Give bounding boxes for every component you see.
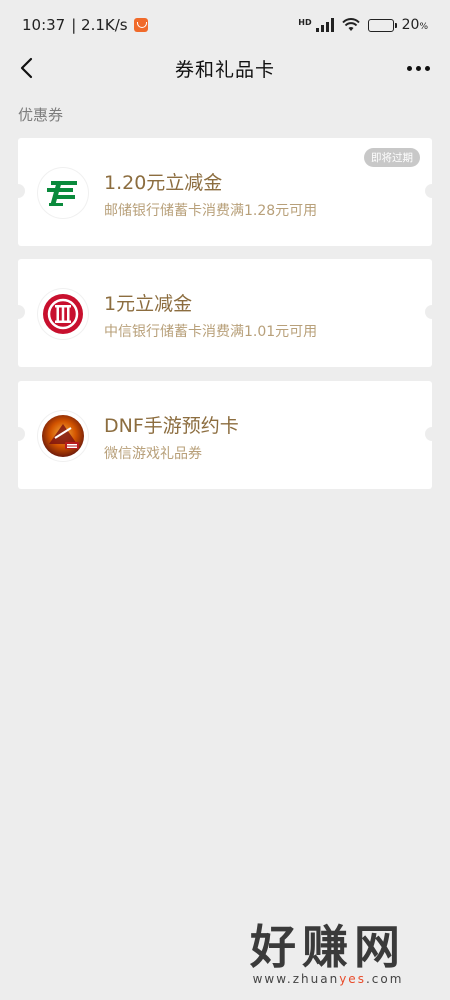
coupon-title: DNF手游预约卡	[104, 415, 239, 437]
section-label-coupons: 优惠券	[18, 106, 64, 124]
postal-savings-bank-logo-icon	[38, 168, 88, 218]
status-bar: 10:37 | 2.1K/s HD 20%	[0, 0, 450, 50]
coupon-card-postal-savings[interactable]: 1.20元立减金 邮储银行储蓄卡消费满1.28元可用 即将过期	[11, 138, 439, 246]
status-time: 10:37	[22, 16, 66, 34]
site-watermark: 好赚网 www.zhuanyes.com	[228, 922, 428, 986]
expiring-soon-badge: 即将过期	[364, 148, 420, 167]
coupon-card-citic[interactable]: 1元立减金 中信银行储蓄卡消费满1.01元可用	[11, 259, 439, 367]
coupon-title: 1元立减金	[104, 293, 193, 315]
network-speed: | 2.1K/s	[71, 16, 128, 34]
battery-icon	[367, 18, 397, 32]
more-options-button[interactable]	[402, 54, 434, 82]
back-button[interactable]	[12, 54, 40, 82]
coupon-subtitle: 中信银行储蓄卡消费满1.01元可用	[104, 324, 318, 340]
notification-app-icon	[133, 18, 148, 32]
coupon-subtitle: 邮储银行储蓄卡消费满1.28元可用	[104, 203, 318, 219]
nav-bar: 券和礼品卡	[0, 50, 450, 86]
more-dot-icon	[406, 65, 412, 71]
wifi-icon	[341, 18, 360, 31]
citic-bank-logo-icon	[38, 289, 88, 339]
signal-icon	[315, 18, 334, 32]
dnf-mobile-game-logo-icon	[38, 411, 88, 461]
coupon-card-dnf[interactable]: DNF手游预约卡 微信游戏礼品券	[11, 381, 439, 489]
watermark-url: www.zhuanyes.com	[252, 972, 404, 986]
coupon-subtitle: 微信游戏礼品券	[104, 446, 202, 462]
chevron-left-icon	[20, 57, 33, 79]
watermark-title: 好赚网	[250, 920, 406, 974]
more-dot-icon	[424, 65, 430, 71]
coupon-title: 1.20元立减金	[104, 172, 223, 194]
hd-indicator: HD	[298, 18, 312, 27]
status-left: 10:37 | 2.1K/s	[22, 16, 148, 34]
page-title: 券和礼品卡	[174, 58, 275, 81]
battery-percent: 20%	[401, 17, 428, 33]
more-dot-icon	[415, 65, 421, 71]
status-right: HD 20%	[298, 17, 428, 33]
